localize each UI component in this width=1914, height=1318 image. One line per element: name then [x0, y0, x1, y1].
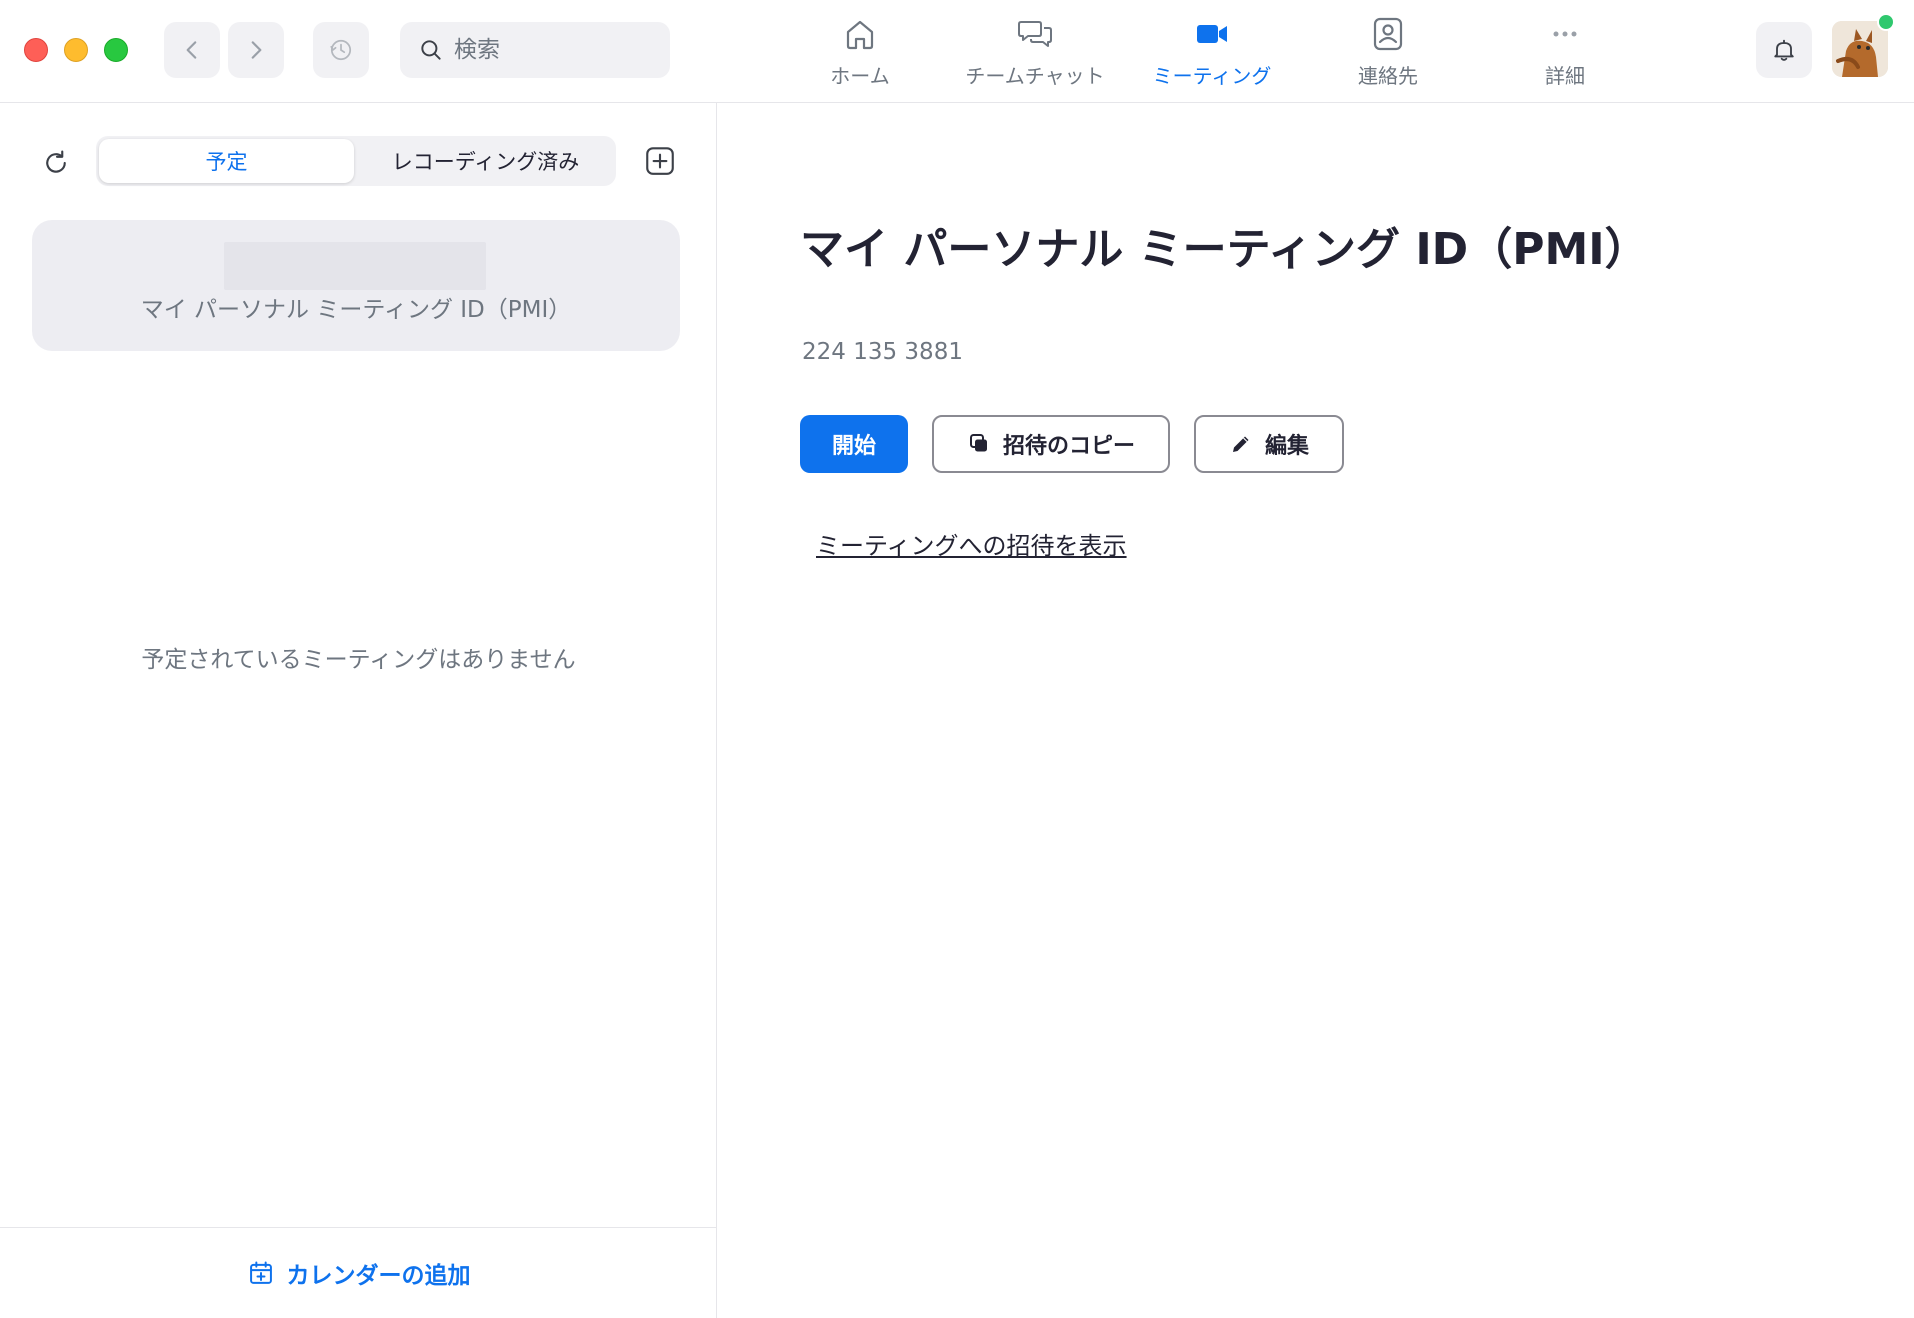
copy-invitation-button[interactable]: 招待のコピー	[932, 415, 1170, 473]
meeting-detail-panel: マイ パーソナル ミーティング ID（PMI） 224 135 3881 開始 …	[718, 103, 1914, 1318]
window-minimize-button[interactable]	[64, 38, 88, 62]
sidebar-footer: カレンダーの追加	[0, 1227, 717, 1318]
tab-team-chat-label: チームチャット	[965, 64, 1105, 88]
tab-home[interactable]: ホーム	[775, 14, 945, 94]
start-button[interactable]: 開始	[800, 415, 908, 473]
top-toolbar: ホーム チームチャット ミーティング 連絡先 詳細	[0, 0, 1914, 103]
copy-icon	[969, 434, 987, 452]
tab-contacts-label: 連絡先	[1358, 64, 1418, 88]
edit-button[interactable]: 編集	[1194, 415, 1344, 473]
tab-contacts[interactable]: 連絡先	[1303, 14, 1473, 94]
refresh-icon	[46, 150, 66, 173]
pmi-list-item[interactable]: マイ パーソナル ミーティング ID（PMI）	[32, 220, 680, 351]
page-title: マイ パーソナル ミーティング ID（PMI）	[800, 224, 1649, 275]
redacted-meeting-id	[224, 242, 486, 290]
avatar[interactable]	[1832, 21, 1888, 77]
chevron-left-icon	[186, 41, 197, 59]
add-meeting-button[interactable]	[642, 143, 678, 179]
tab-more-label: 詳細	[1545, 64, 1585, 88]
search-input[interactable]	[454, 37, 654, 63]
contact-icon	[1373, 17, 1403, 51]
forward-button[interactable]	[228, 22, 284, 78]
meeting-id-text: 224 135 3881	[802, 339, 963, 365]
pmi-list-item-label: マイ パーソナル ミーティング ID（PMI）	[140, 297, 572, 323]
chat-icon	[1018, 21, 1052, 47]
copy-invitation-label: 招待のコピー	[1002, 434, 1135, 459]
search-box[interactable]	[400, 22, 670, 78]
bell-icon	[1774, 39, 1794, 61]
meetings-sidebar: 予定 レコーディング済み マイ パーソナル ミーティング ID（PMI） 予定さ…	[0, 103, 717, 1318]
add-calendar-label: カレンダーの追加	[286, 1263, 471, 1289]
history-clock-icon	[330, 39, 352, 61]
window-zoom-button[interactable]	[104, 38, 128, 62]
start-button-label: 開始	[831, 434, 876, 459]
history-button[interactable]	[313, 22, 369, 78]
empty-state-text: 予定されているミーティングはありません	[141, 647, 576, 673]
calendar-add-icon	[249, 1261, 272, 1284]
meetings-segmented-control: 予定 レコーディング済み	[96, 136, 616, 186]
notifications-button[interactable]	[1756, 22, 1812, 78]
tab-scheduled[interactable]: 予定	[99, 139, 354, 183]
back-button[interactable]	[164, 22, 220, 78]
home-icon	[846, 20, 874, 50]
tab-recorded[interactable]: レコーディング済み	[358, 139, 613, 183]
chevron-right-icon	[251, 41, 262, 59]
tab-meetings-label: ミーティング	[1152, 64, 1272, 88]
tab-meetings[interactable]: ミーティング	[1127, 14, 1297, 94]
video-camera-icon	[1197, 25, 1227, 43]
plus-square-icon	[646, 147, 674, 175]
add-calendar-link[interactable]: カレンダーの追加	[247, 1256, 471, 1290]
more-dots-icon	[1553, 31, 1577, 37]
tab-home-label: ホーム	[830, 64, 890, 88]
tab-team-chat[interactable]: チームチャット	[950, 14, 1120, 94]
edit-label: 編集	[1264, 434, 1309, 459]
presence-status-indicator	[1877, 13, 1895, 31]
avatar-cat-icon	[1832, 21, 1888, 77]
pencil-icon	[1232, 436, 1249, 452]
search-icon	[421, 40, 441, 60]
tab-more[interactable]: 詳細	[1480, 14, 1650, 94]
show-invitation-link[interactable]: ミーティングへの招待を表示	[816, 526, 1127, 561]
window-close-button[interactable]	[24, 38, 48, 62]
refresh-button[interactable]	[38, 145, 74, 181]
